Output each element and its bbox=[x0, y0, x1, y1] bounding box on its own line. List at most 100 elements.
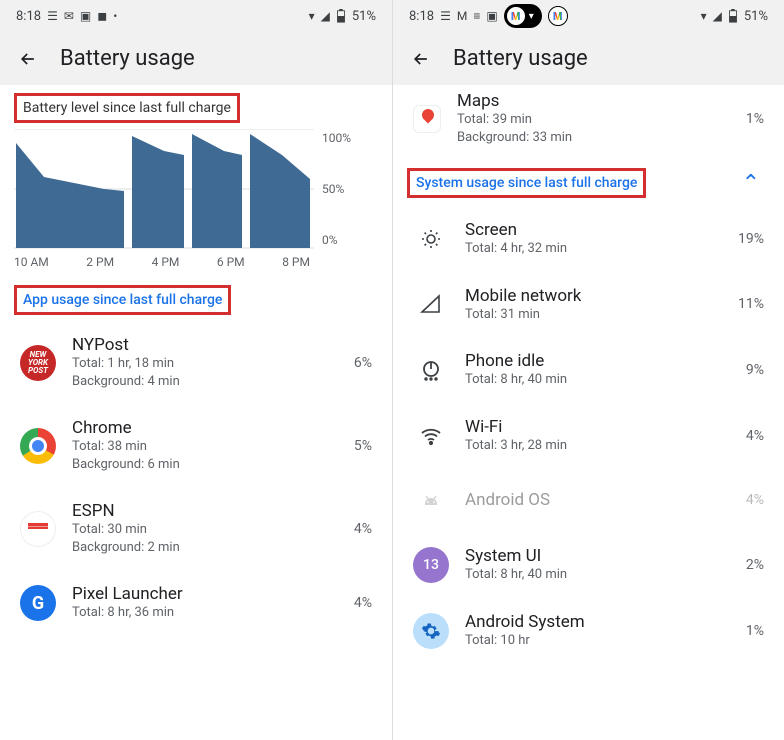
app-bg: Background: 2 min bbox=[72, 539, 338, 557]
sys-row-phone-idle[interactable]: Phone idle Total: 8 hr, 40 min 9% bbox=[393, 337, 784, 403]
section-header-system-usage: System usage since last full charge bbox=[416, 175, 637, 191]
sys-pct: 11% bbox=[738, 296, 764, 312]
app-row-nypost[interactable]: NEWYORKPOST NYPost Total: 1 hr, 18 min B… bbox=[0, 321, 392, 404]
sys-row-android-os[interactable]: Android OS 4% bbox=[393, 468, 784, 532]
wifi-icon: ▾ bbox=[309, 9, 315, 23]
status-icon-more: • bbox=[113, 9, 117, 23]
sys-total: Total: 10 hr bbox=[465, 632, 730, 650]
sys-name: Mobile network bbox=[465, 286, 722, 306]
status-icon-notif2: ✉ bbox=[64, 9, 74, 23]
sys-row-android-system[interactable]: Android System Total: 10 hr 1% bbox=[393, 598, 784, 664]
app-total: Total: 38 min bbox=[72, 438, 338, 456]
sys-row-mobile-network[interactable]: Mobile network Total: 31 min 11% bbox=[393, 272, 784, 338]
app-row-maps[interactable]: Maps Total: 39 min Background: 33 min 1% bbox=[393, 85, 784, 160]
gmail-account-switcher-pill[interactable]: M ▾ bbox=[504, 4, 542, 28]
app-name: Pixel Launcher bbox=[72, 584, 338, 604]
battery-chart: 100% 50% 0% 10 AM 2 PM 4 PM 6 PM 8 PM bbox=[0, 129, 392, 277]
chevron-up-icon: ⌃ bbox=[742, 171, 760, 196]
x-tick-2: 4 PM bbox=[152, 255, 180, 269]
page-title: Battery usage bbox=[453, 46, 588, 71]
y-tick-100: 100% bbox=[322, 131, 366, 145]
app-pct: 1% bbox=[746, 111, 764, 127]
app-bg: Background: 33 min bbox=[457, 129, 730, 147]
status-icon-notif4: ◼ bbox=[97, 9, 107, 23]
x-tick-3: 6 PM bbox=[217, 255, 245, 269]
statusbar: 8:18 ☰ ✉ ▣ ◼ • ▾ ◢ 51% bbox=[0, 0, 392, 32]
status-time: 8:18 bbox=[409, 9, 434, 24]
sys-total: Total: 31 min bbox=[465, 306, 722, 324]
gmail-secondary-icon: M bbox=[548, 6, 568, 26]
sys-pct: 4% bbox=[746, 492, 764, 508]
app-bg: Background: 6 min bbox=[72, 456, 338, 474]
android-icon bbox=[413, 482, 449, 518]
app-total: Total: 8 hr, 36 min bbox=[72, 604, 338, 622]
appbar: Battery usage bbox=[0, 32, 392, 85]
signal-icon bbox=[413, 286, 449, 322]
settings-gear-icon bbox=[413, 613, 449, 649]
app-row-chrome[interactable]: Chrome Total: 38 min Background: 6 min 5… bbox=[0, 404, 392, 487]
highlight-battery-level-section: Battery level since last full charge bbox=[14, 93, 240, 123]
sys-total: Total: 8 hr, 40 min bbox=[465, 371, 730, 389]
app-row-pixel-launcher[interactable]: G Pixel Launcher Total: 8 hr, 36 min 4% bbox=[0, 570, 392, 636]
highlight-app-usage-section: App usage since last full charge bbox=[14, 285, 231, 315]
signal-icon: ◢ bbox=[713, 9, 722, 23]
chevron-down-icon: ▾ bbox=[529, 11, 534, 22]
status-icon-notif2: M bbox=[457, 9, 467, 23]
app-row-espn[interactable]: ESPN Total: 30 min Background: 2 min 4% bbox=[0, 487, 392, 570]
sys-name: Screen bbox=[465, 220, 722, 240]
app-pct: 4% bbox=[354, 595, 372, 611]
status-icon-notif1: ☰ bbox=[440, 9, 451, 23]
sys-name: Wi-Fi bbox=[465, 417, 730, 437]
sys-pct: 4% bbox=[746, 428, 764, 444]
status-time: 8:18 bbox=[16, 9, 41, 24]
battery-pct: 51% bbox=[744, 9, 768, 24]
x-tick-1: 2 PM bbox=[86, 255, 114, 269]
sys-row-system-ui[interactable]: 13 System UI Total: 8 hr, 40 min 2% bbox=[393, 532, 784, 598]
app-name: Chrome bbox=[72, 418, 338, 438]
status-icon-notif3: ≡ bbox=[473, 9, 480, 23]
status-icon-notif4: ▣ bbox=[486, 9, 497, 23]
nypost-icon: NEWYORKPOST bbox=[20, 345, 56, 381]
app-total: Total: 30 min bbox=[72, 521, 338, 539]
app-name: ESPN bbox=[72, 501, 338, 521]
power-icon bbox=[413, 352, 449, 388]
status-icon-notif1: ☰ bbox=[47, 9, 58, 23]
wifi-icon: ▾ bbox=[701, 9, 707, 23]
app-bg: Background: 4 min bbox=[72, 373, 338, 391]
maps-icon bbox=[413, 105, 441, 133]
sys-row-wifi[interactable]: Wi-Fi Total: 3 hr, 28 min 4% bbox=[393, 403, 784, 469]
x-tick-4: 8 PM bbox=[282, 255, 310, 269]
app-name: Maps bbox=[457, 91, 730, 111]
sys-total: Total: 3 hr, 28 min bbox=[465, 437, 730, 455]
signal-icon: ◢ bbox=[321, 9, 330, 23]
sys-name: Android System bbox=[465, 612, 730, 632]
app-pct: 4% bbox=[354, 521, 372, 537]
status-icon-notif3: ▣ bbox=[80, 9, 91, 23]
app-pct: 5% bbox=[354, 438, 372, 454]
sys-pct: 1% bbox=[746, 623, 764, 639]
screenshot-right: 8:18 ☰ M ≡ ▣ M ▾ M ▾ ◢ 51% Battery usage bbox=[392, 0, 784, 740]
battery-icon bbox=[336, 9, 346, 23]
sys-name: Phone idle bbox=[465, 351, 730, 371]
chrome-icon bbox=[20, 428, 56, 464]
sys-total: Total: 8 hr, 40 min bbox=[465, 566, 730, 584]
system-usage-expander[interactable]: System usage since last full charge ⌃ bbox=[393, 160, 784, 206]
sys-pct: 9% bbox=[746, 362, 764, 378]
section-header-app-usage: App usage since last full charge bbox=[23, 292, 222, 308]
sys-row-screen[interactable]: Screen Total: 4 hr, 32 min 19% bbox=[393, 206, 784, 272]
brightness-icon bbox=[413, 221, 449, 257]
app-total: Total: 39 min bbox=[457, 111, 730, 129]
back-button[interactable] bbox=[409, 47, 433, 71]
x-tick-0: 10 AM bbox=[14, 255, 49, 269]
page-title: Battery usage bbox=[60, 46, 195, 71]
google-icon: G bbox=[20, 585, 56, 621]
screenshot-left: 8:18 ☰ ✉ ▣ ◼ • ▾ ◢ 51% Battery usage Bat… bbox=[0, 0, 392, 740]
battery-pct: 51% bbox=[352, 9, 376, 24]
app-total: Total: 1 hr, 18 min bbox=[72, 355, 338, 373]
y-tick-50: 50% bbox=[322, 182, 366, 196]
appbar: Battery usage bbox=[393, 32, 784, 85]
back-button[interactable] bbox=[16, 47, 40, 71]
sys-name: Android OS bbox=[465, 490, 730, 510]
battery-icon bbox=[728, 9, 738, 23]
statusbar: 8:18 ☰ M ≡ ▣ M ▾ M ▾ ◢ 51% bbox=[393, 0, 784, 32]
